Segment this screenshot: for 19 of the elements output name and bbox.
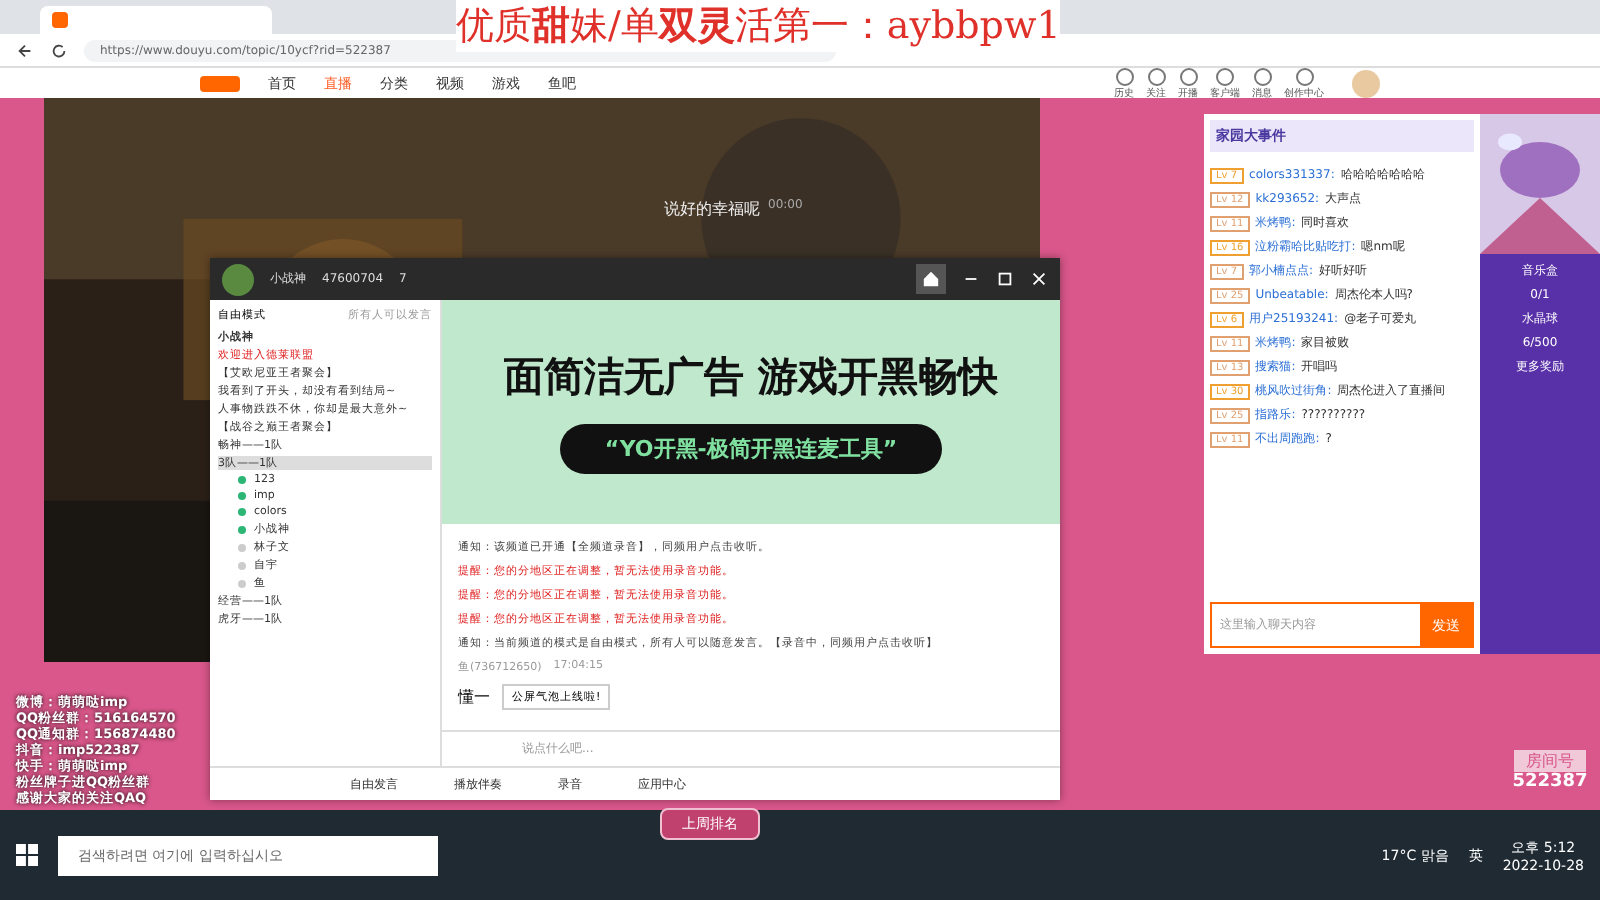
header-icon[interactable]	[1295, 67, 1313, 85]
refresh-icon[interactable]	[50, 41, 68, 59]
room-label: 房间号	[1514, 750, 1586, 772]
header-icon[interactable]	[1253, 67, 1271, 85]
back-icon[interactable]	[16, 41, 34, 59]
avatar[interactable]	[222, 263, 254, 295]
header-icon[interactable]	[1216, 67, 1234, 85]
logo-icon[interactable]	[200, 75, 240, 91]
home-icon[interactable]	[916, 264, 946, 294]
maximize-icon[interactable]	[996, 270, 1014, 288]
banner-slogan[interactable]: “YO开黑-极简开黑连麦工具”	[560, 424, 942, 474]
banner-headline: 面简洁无广告 游戏开黑畅快	[504, 350, 998, 404]
message-text: 懂一	[458, 686, 490, 708]
close-icon[interactable]	[1030, 270, 1048, 288]
song-title: 说好的幸福呢	[664, 198, 760, 220]
start-icon[interactable]	[16, 844, 38, 866]
room-number: 522387	[1512, 772, 1588, 792]
overlay-title: 优质甜妹/单双灵活第一：aybbpw1	[456, 0, 1061, 52]
site-icon	[52, 12, 68, 28]
